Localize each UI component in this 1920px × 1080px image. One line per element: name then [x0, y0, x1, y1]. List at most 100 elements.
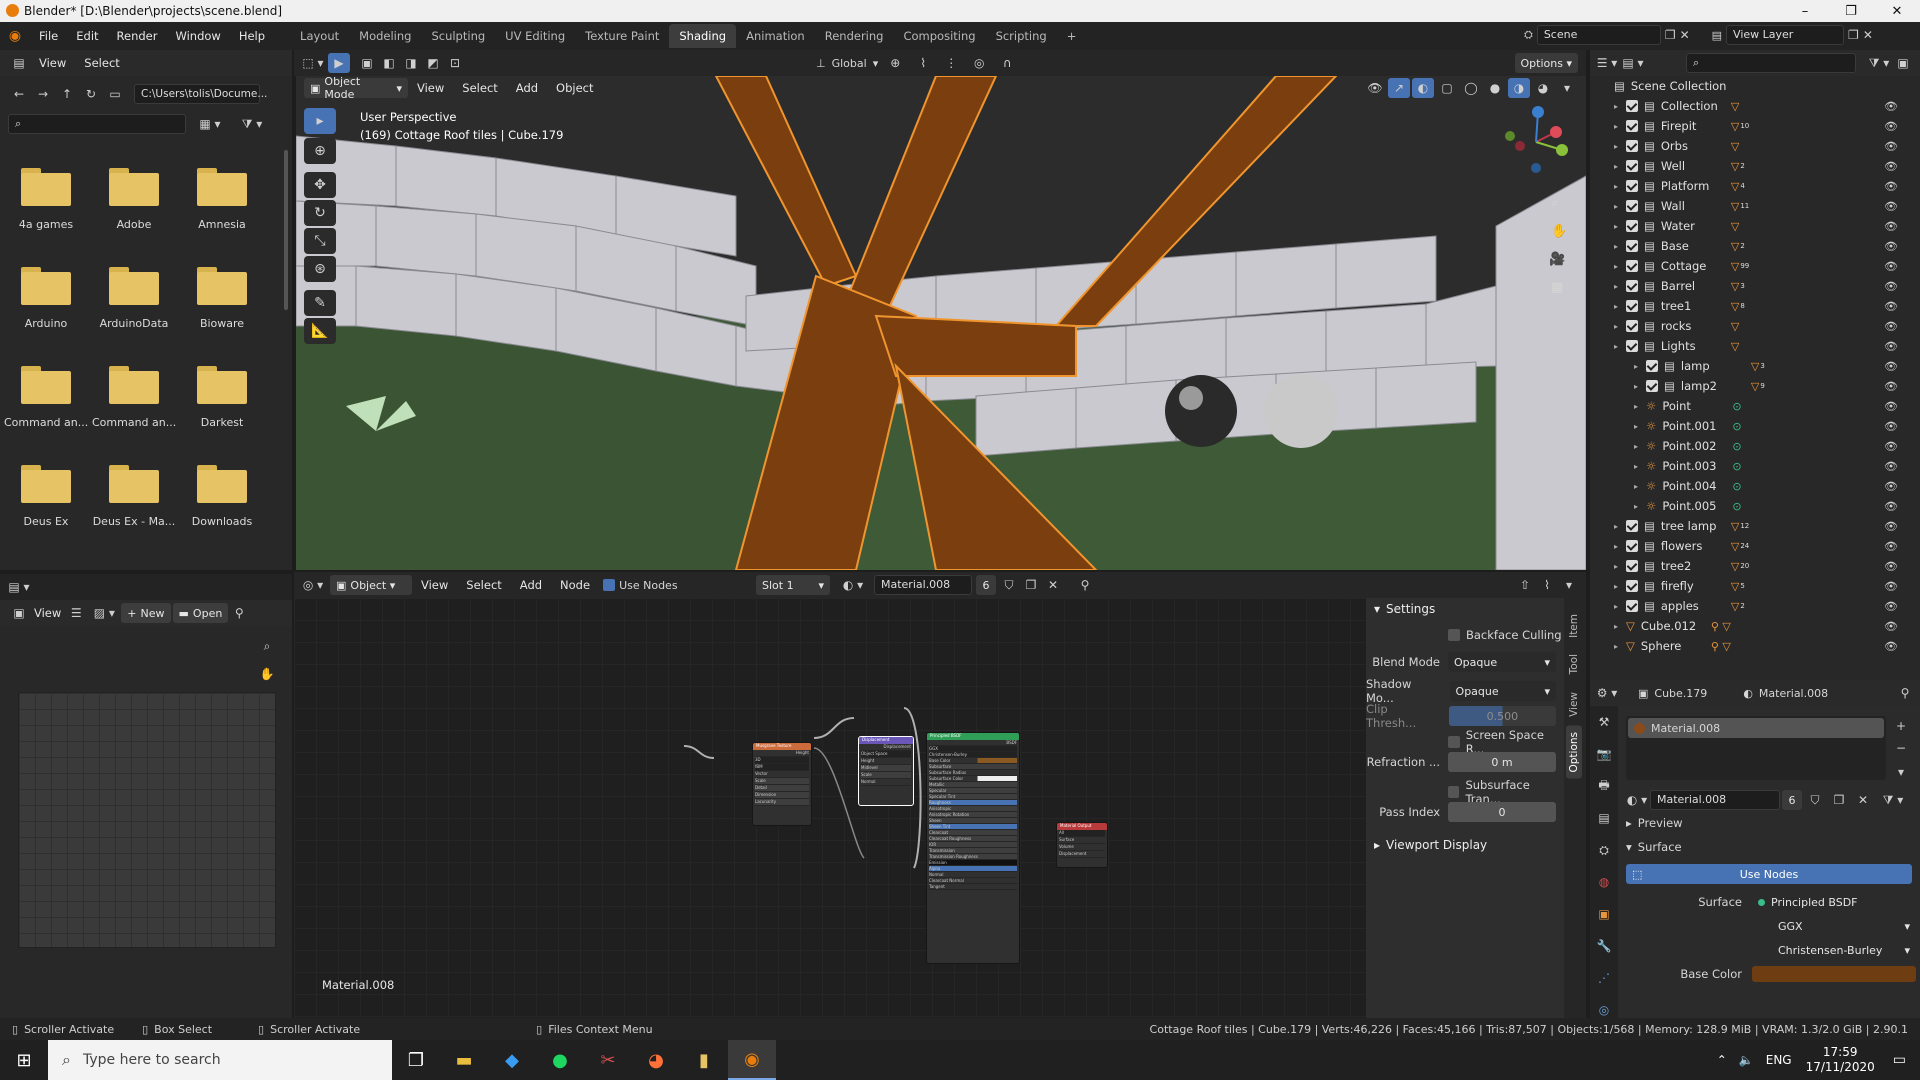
- expand-arrow-icon[interactable]: ▸: [1634, 442, 1646, 451]
- eye-icon[interactable]: 👁: [1884, 640, 1898, 653]
- expand-arrow-icon[interactable]: ▸: [1614, 342, 1626, 351]
- exclude-checkbox[interactable]: [1626, 540, 1638, 552]
- child-data-icon[interactable]: ▽: [1731, 300, 1739, 313]
- exclude-checkbox[interactable]: [1626, 340, 1638, 352]
- exclude-checkbox[interactable]: [1626, 120, 1638, 132]
- outliner-row[interactable]: ▸ ▤ apples ▽ 2 👁: [1590, 596, 1908, 616]
- outliner-row[interactable]: ▸ ▤ tree lamp ▽ 12 👁: [1590, 516, 1908, 536]
- child-data-icon[interactable]: ▽: [1751, 380, 1759, 393]
- forward-arrow-icon[interactable]: →: [32, 84, 54, 104]
- unlink-material-icon[interactable]: ✕: [1042, 575, 1064, 595]
- volume-icon[interactable]: 🔈: [1739, 1053, 1754, 1067]
- exclude-checkbox[interactable]: [1626, 180, 1638, 192]
- eye-icon[interactable]: 👁: [1884, 200, 1898, 213]
- expand-arrow-icon[interactable]: ▸: [1614, 242, 1626, 251]
- output-tab-icon[interactable]: 🖶: [1593, 776, 1615, 796]
- ne-menu-select[interactable]: Select: [457, 571, 510, 599]
- delete-scene-icon[interactable]: ✕: [1680, 28, 1690, 42]
- navigation-gizmo[interactable]: [1496, 102, 1576, 182]
- child-data-icon[interactable]: ▽: [1751, 360, 1759, 373]
- child-data-icon[interactable]: ⊙: [1732, 440, 1741, 453]
- fake-user-icon[interactable]: ⛉: [1804, 790, 1826, 810]
- expand-arrow-icon[interactable]: ▸: [1614, 322, 1626, 331]
- overlay-toggle-icon[interactable]: ◐: [1412, 78, 1434, 98]
- select-mode-intersect-icon[interactable]: ⊡: [444, 53, 466, 73]
- menu-render[interactable]: Render: [108, 22, 167, 50]
- tab-layout[interactable]: Layout: [290, 24, 349, 48]
- select-mode-subtract-icon[interactable]: ◨: [400, 53, 422, 73]
- child-data-icon[interactable]: ▽: [1731, 320, 1739, 333]
- eye-icon[interactable]: 👁: [1884, 120, 1898, 133]
- outliner-row[interactable]: ▸ ☼ Point.005 ⊙ 👁: [1590, 496, 1908, 516]
- outliner-row[interactable]: ▸ ▤ Platform ▽ 4 👁: [1590, 176, 1908, 196]
- tab-tool[interactable]: Tool: [1566, 648, 1582, 680]
- folder-item[interactable]: 4a games: [4, 168, 88, 231]
- ne-menu-view[interactable]: View: [412, 571, 457, 599]
- folder-item[interactable]: Deus Ex - Ma...: [92, 465, 176, 528]
- expand-arrow-icon[interactable]: ▸: [1634, 402, 1646, 411]
- surface-panel-header[interactable]: ▾ Surface: [1626, 840, 1682, 854]
- expand-arrow-icon[interactable]: ▸: [1614, 642, 1626, 651]
- folder-item[interactable]: Bioware: [180, 267, 264, 330]
- material-browse-icon[interactable]: ◐ ▾: [842, 575, 864, 595]
- tab-scripting[interactable]: Scripting: [986, 24, 1057, 48]
- eye-icon[interactable]: 👁: [1884, 100, 1898, 113]
- vp-menu-add[interactable]: Add: [507, 74, 547, 102]
- blend-mode-dropdown[interactable]: Opaque ▾: [1448, 652, 1556, 672]
- xray-icon[interactable]: ▢: [1436, 78, 1458, 98]
- eye-icon[interactable]: 👁: [1884, 440, 1898, 453]
- material-name-field[interactable]: Material.008: [874, 575, 972, 595]
- ne-menu-add[interactable]: Add: [511, 571, 551, 599]
- transform-orientation-dropdown[interactable]: Global: [832, 57, 867, 70]
- ie-view-menu[interactable]: View: [30, 599, 65, 627]
- tab-shading[interactable]: Shading: [669, 24, 737, 48]
- expand-arrow-icon[interactable]: ▸: [1634, 362, 1646, 371]
- zoom-icon[interactable]: ⌕: [1551, 196, 1558, 211]
- ne-menu-node[interactable]: Node: [551, 571, 599, 599]
- material-users-count[interactable]: 6: [1782, 790, 1802, 810]
- child-data-icon[interactable]: ▽: [1731, 560, 1739, 573]
- outliner-row[interactable]: ▸ ▤ rocks ▽ 👁: [1590, 316, 1908, 336]
- exclude-checkbox[interactable]: [1626, 200, 1638, 212]
- exclude-checkbox[interactable]: [1626, 560, 1638, 572]
- expand-arrow-icon[interactable]: ▸: [1614, 302, 1626, 311]
- select-mode-new-icon[interactable]: ▣: [356, 53, 378, 73]
- exclude-checkbox[interactable]: [1626, 160, 1638, 172]
- eye-icon[interactable]: 👁: [1884, 500, 1898, 513]
- child-data-icon[interactable]: ⚲ ▽: [1711, 640, 1731, 653]
- exclude-checkbox[interactable]: [1626, 300, 1638, 312]
- outliner-row[interactable]: ▸ ▤ firefly ▽ 5 👁: [1590, 576, 1908, 596]
- tab-sculpting[interactable]: Sculpting: [421, 24, 495, 48]
- object-tab-icon[interactable]: ▣: [1593, 904, 1615, 924]
- filter-icon[interactable]: ⧩ ▾: [1868, 53, 1890, 73]
- material-users-count[interactable]: 6: [976, 575, 996, 595]
- outliner-row[interactable]: ▸ ▤ Collection ▽ 👁: [1590, 96, 1908, 116]
- image-mode-icon[interactable]: ▣: [8, 603, 30, 623]
- expand-arrow-icon[interactable]: ▸: [1614, 562, 1626, 571]
- outliner-row[interactable]: ▸ ▤ lamp ▽ 3 👁: [1590, 356, 1908, 376]
- child-data-icon[interactable]: ▽: [1731, 260, 1739, 273]
- pin-icon[interactable]: ⚲: [228, 603, 250, 623]
- options-dropdown[interactable]: Options ▾: [1514, 53, 1578, 73]
- taskbar-clock[interactable]: 17:59 17/11/2020: [1806, 1045, 1875, 1075]
- eye-icon[interactable]: 👁: [1884, 600, 1898, 613]
- child-data-icon[interactable]: ⊙: [1732, 400, 1741, 413]
- outliner-row[interactable]: ▸ ▤ Base ▽ 2 👁: [1590, 236, 1908, 256]
- tab-item[interactable]: Item: [1566, 608, 1582, 644]
- expand-arrow-icon[interactable]: ▸: [1634, 382, 1646, 391]
- expand-arrow-icon[interactable]: ▸: [1634, 482, 1646, 491]
- physics-tab-icon[interactable]: ◎: [1593, 1000, 1615, 1020]
- annotate-tool[interactable]: ✎: [304, 290, 336, 316]
- outliner-row[interactable]: ▸ ▽ Sphere ⚲ ▽ 👁: [1590, 636, 1908, 656]
- exclude-checkbox[interactable]: [1626, 580, 1638, 592]
- folder-item[interactable]: Darkest: [180, 366, 264, 429]
- pass-index-field[interactable]: 0: [1448, 802, 1556, 822]
- exclude-checkbox[interactable]: [1646, 380, 1658, 392]
- eye-icon[interactable]: 👁: [1884, 340, 1898, 353]
- cursor-tool[interactable]: ⊕: [304, 138, 336, 164]
- material-slot-item[interactable]: Material.008: [1628, 718, 1884, 738]
- hand-pan-icon[interactable]: ✋: [1551, 224, 1567, 239]
- blender-menu-icon[interactable]: ◉: [0, 28, 30, 44]
- filter-icon[interactable]: ⧩ ▾: [234, 114, 270, 134]
- folder-item[interactable]: Deus Ex: [4, 465, 88, 528]
